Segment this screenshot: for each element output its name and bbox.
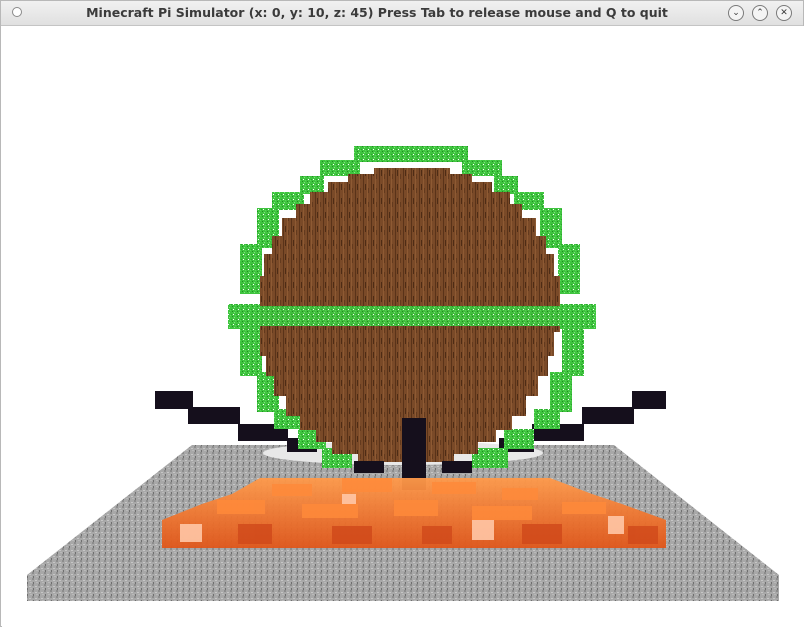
minimize-button[interactable]: ⌄ [728, 5, 744, 21]
scene-canvas [27, 146, 779, 601]
maximize-button[interactable]: ⌃ [752, 5, 768, 21]
window-title: Minecraft Pi Simulator (x: 0, y: 10, z: … [86, 5, 668, 20]
app-window: Minecraft Pi Simulator (x: 0, y: 10, z: … [0, 0, 804, 627]
game-viewport[interactable] [2, 26, 804, 627]
title-bar[interactable]: Minecraft Pi Simulator (x: 0, y: 10, z: … [1, 1, 803, 26]
circle-close-icon[interactable] [12, 7, 22, 17]
close-button[interactable]: ✕ [776, 5, 792, 21]
